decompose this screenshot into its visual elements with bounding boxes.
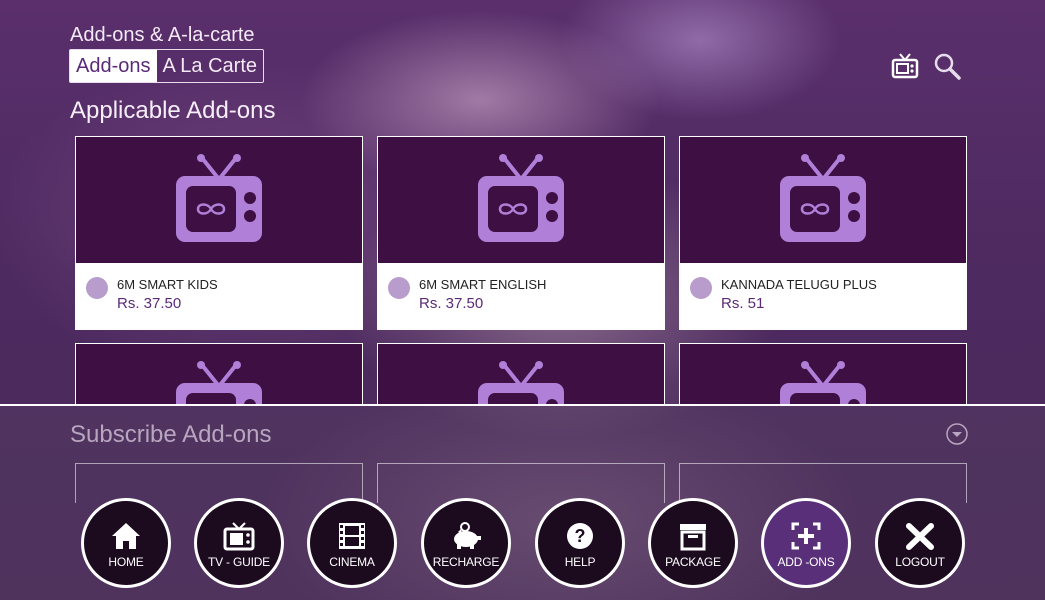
card-thumbnail [378,137,664,263]
nav-home-button[interactable]: HOME [81,498,171,588]
card-thumbnail [76,344,362,404]
tv-icon [780,154,866,242]
add-ons-icon [791,522,821,550]
addon-price: Rs. 51 [721,295,765,312]
addons-grid: 6M SMART KIDS Rs. 37.50 6M SMART ENGLISH… [75,136,971,404]
addon-dot [86,277,108,299]
nav-help-button[interactable]: ? HELP [535,498,625,588]
search-icon[interactable] [933,52,961,80]
addon-name: 6M SMART KIDS [117,277,218,292]
addon-card[interactable]: KANNADA TELUGU PLUS Rs. 51 [679,136,967,330]
tv-icon [478,154,564,242]
nav-cinema-button[interactable]: CINEMA [307,498,397,588]
package-icon [680,524,706,551]
home-icon [112,523,140,549]
addon-card[interactable]: 6M SMART KIDS Rs. 37.50 [75,136,363,330]
nav-label: ADD -ONS [777,555,835,569]
logout-icon [906,523,934,550]
addon-dot [690,277,712,299]
addon-card[interactable]: 6M SMART ENGLISH Rs. 37.50 [377,136,665,330]
addon-price: Rs. 37.50 [117,295,182,312]
page-title: Add-ons & A-la-carte [70,24,255,46]
nav-label: HELP [564,555,596,569]
addon-card[interactable] [75,343,363,404]
chevron-down-icon[interactable] [946,423,968,445]
piggy-bank-icon [454,522,481,549]
help-icon: ? [567,523,593,549]
addon-name: 6M SMART ENGLISH [419,277,547,292]
nav-recharge-button[interactable]: RECHARGE [421,498,511,588]
tv-icon [176,361,262,404]
card-thumbnail [680,344,966,404]
card-thumbnail [378,344,664,404]
nav-package-button[interactable]: PACKAGE [648,498,738,588]
nav-tv-guide-button[interactable]: TV - GUIDE [194,498,284,588]
addon-card[interactable] [377,343,665,404]
tv-icon[interactable] [891,52,919,80]
bottom-nav: HOME TV - GUIDE CINEMA RECHARGE ? HELP P… [0,496,1045,592]
addon-dot [388,277,410,299]
applicable-addons-title: Applicable Add-ons [70,97,276,124]
card-thumbnail [680,137,966,263]
tv-guide-icon [223,522,255,551]
addon-card[interactable] [679,343,967,404]
card-thumbnail [76,137,362,263]
nav-logout-button[interactable]: LOGOUT [875,498,965,588]
addon-name: KANNADA TELUGU PLUS [721,277,877,292]
subscribe-addons-title: Subscribe Add-ons [70,421,272,448]
film-icon [339,523,365,549]
nav-add-ons-button[interactable]: ADD -ONS [761,498,851,588]
addon-price: Rs. 37.50 [419,295,484,312]
nav-label: TV - GUIDE [207,555,270,569]
svg-text:?: ? [575,526,586,546]
tv-icon [478,361,564,404]
tab-add-ons[interactable]: Add-ons [70,50,157,82]
tv-icon [780,361,866,404]
tab-bar: Add-ons A La Carte [69,49,265,83]
nav-label: PACKAGE [665,555,721,569]
header-actions [891,52,961,80]
nav-label: CINEMA [329,555,375,569]
panel-divider [0,404,1045,406]
nav-label: RECHARGE [432,555,500,569]
nav-label: LOGOUT [895,555,945,569]
tab-a-la-carte[interactable]: A La Carte [157,50,264,82]
nav-label: HOME [108,555,144,569]
tv-icon [176,154,262,242]
